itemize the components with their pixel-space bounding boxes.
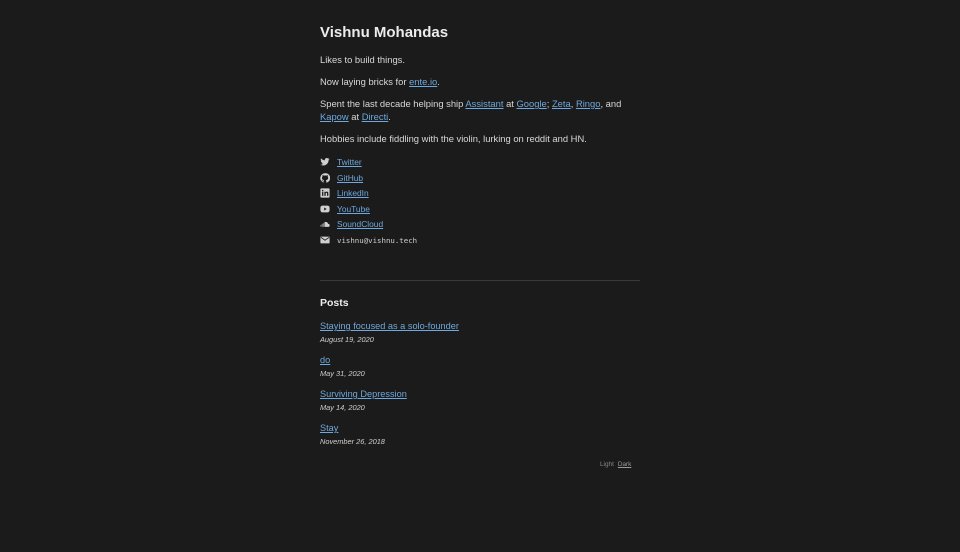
theme-dark-option[interactable]: Dark (618, 461, 632, 468)
ringo-link[interactable]: Ringo (576, 98, 601, 109)
current-work: Now laying bricks for ente.io. (320, 75, 640, 88)
social-item-youtube: YouTube (320, 203, 640, 219)
soundcloud-icon (320, 219, 330, 229)
social-item-email: vishnu@vishnu.tech (320, 234, 640, 250)
posts-list: Staying focused as a solo-founder August… (320, 320, 640, 456)
kapow-link[interactable]: Kapow (320, 111, 349, 122)
page-title: Vishnu Mohandas (320, 24, 449, 41)
hobbies: Hobbies include fiddling with the violin… (320, 133, 587, 144)
directi-link[interactable]: Directi (362, 111, 389, 122)
twitter-icon (320, 157, 330, 167)
post-date: May 14, 2020 (320, 403, 365, 412)
post-item: Stay November 26, 2018 (320, 422, 640, 456)
theme-switcher: Light Dark (600, 461, 631, 468)
social-item-soundcloud: SoundCloud (320, 218, 640, 234)
post-title-link[interactable]: do (320, 354, 640, 367)
soundcloud-link[interactable]: SoundCloud (337, 218, 383, 230)
past-work-sep-3: , and (600, 98, 622, 109)
mail-icon (320, 235, 330, 245)
current-work-suffix: . (437, 76, 440, 87)
posts-heading: Posts (320, 297, 349, 309)
youtube-link[interactable]: YouTube (337, 203, 370, 215)
linkedin-link[interactable]: LinkedIn (337, 187, 369, 199)
post-date: May 31, 2020 (320, 369, 365, 378)
post-item: do May 31, 2020 (320, 354, 640, 388)
current-work-prefix: Now laying bricks for (320, 76, 410, 87)
theme-light-option[interactable]: Light (600, 461, 614, 468)
post-date: November 26, 2018 (320, 437, 385, 446)
ente-link[interactable]: ente.io (409, 76, 437, 87)
assistant-link[interactable]: Assistant (465, 98, 503, 109)
section-divider (320, 280, 640, 281)
zeta-link[interactable]: Zeta (552, 98, 571, 109)
youtube-icon (320, 204, 330, 214)
email-address[interactable]: vishnu@vishnu.tech (337, 235, 417, 247)
post-title-link[interactable]: Surviving Depression (320, 388, 640, 401)
post-item: Surviving Depression May 14, 2020 (320, 388, 640, 422)
github-link[interactable]: GitHub (337, 172, 363, 184)
github-icon (320, 172, 331, 183)
past-work: Spent the last decade helping ship Assis… (320, 97, 640, 123)
social-links: Twitter GitHub LinkedIn YouTube SoundClo… (320, 156, 640, 250)
twitter-link[interactable]: Twitter (337, 156, 362, 168)
linkedin-icon (320, 188, 330, 198)
social-item-github: GitHub (320, 172, 640, 188)
past-work-prefix: Spent the last decade helping ship (320, 98, 466, 109)
social-item-linkedin: LinkedIn (320, 187, 640, 203)
post-date: August 19, 2020 (320, 335, 374, 344)
past-work-at-2: at (348, 111, 362, 122)
past-work-suffix: . (388, 111, 391, 122)
post-title-link[interactable]: Stay (320, 422, 640, 435)
google-link[interactable]: Google (517, 98, 547, 109)
post-title-link[interactable]: Staying focused as a solo-founder (320, 320, 640, 333)
post-item: Staying focused as a solo-founder August… (320, 320, 640, 354)
tagline: Likes to build things. (320, 54, 405, 65)
social-item-twitter: Twitter (320, 156, 640, 172)
past-work-at-1: at (503, 98, 517, 109)
